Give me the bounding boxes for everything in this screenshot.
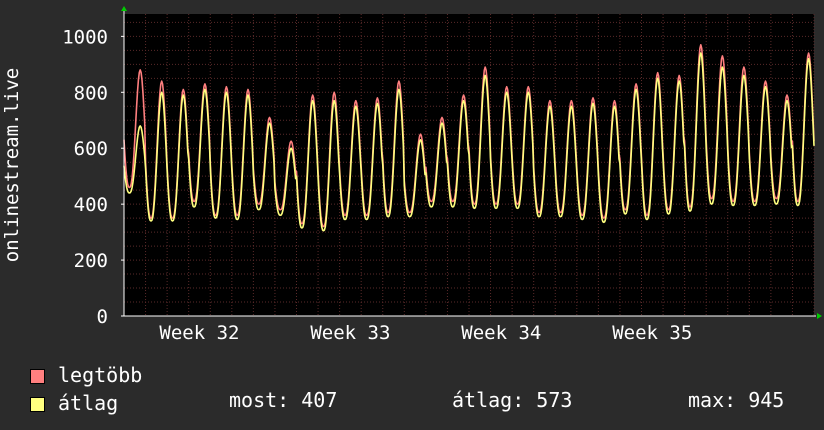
legend-label: legtöbb (58, 363, 143, 387)
x-axis-arrow-icon (817, 313, 822, 319)
stat-label: max: (688, 388, 737, 412)
x-tick-label: Week 32 (159, 322, 239, 344)
x-tick-label: Week 35 (612, 322, 692, 344)
y-tick-label: 800 (74, 82, 108, 104)
x-tick-label: Week 34 (461, 322, 541, 344)
stat-atlag: átlag: 573 (452, 388, 572, 412)
stat-value: 573 (536, 388, 573, 412)
stat-label: most: (229, 388, 290, 412)
x-ticks: Week 32 Week 33 Week 34 Week 35 (159, 322, 692, 344)
stat-value: 407 (301, 388, 338, 412)
y-ticks: 0 200 400 600 800 1000 (62, 26, 124, 328)
legend-swatch-legtobb (30, 369, 45, 384)
legend-label: átlag (58, 391, 119, 415)
stat-value: 945 (748, 388, 785, 412)
stat-max: max: 945 (688, 388, 784, 412)
y-tick-label: 600 (74, 138, 108, 160)
y-tick-label: 400 (74, 194, 108, 216)
x-tick-label: Week 33 (310, 322, 390, 344)
stat-label: átlag: (452, 388, 525, 412)
y-tick-label: 0 (97, 306, 108, 328)
y-tick-label: 1000 (62, 26, 108, 48)
stat-most: most: 407 (229, 388, 337, 412)
y-axis-arrow-icon (121, 6, 127, 11)
legend-swatch-atlag (30, 397, 45, 412)
y-tick-label: 200 (74, 250, 108, 272)
y-axis-label: onlinestream.live (1, 68, 23, 262)
